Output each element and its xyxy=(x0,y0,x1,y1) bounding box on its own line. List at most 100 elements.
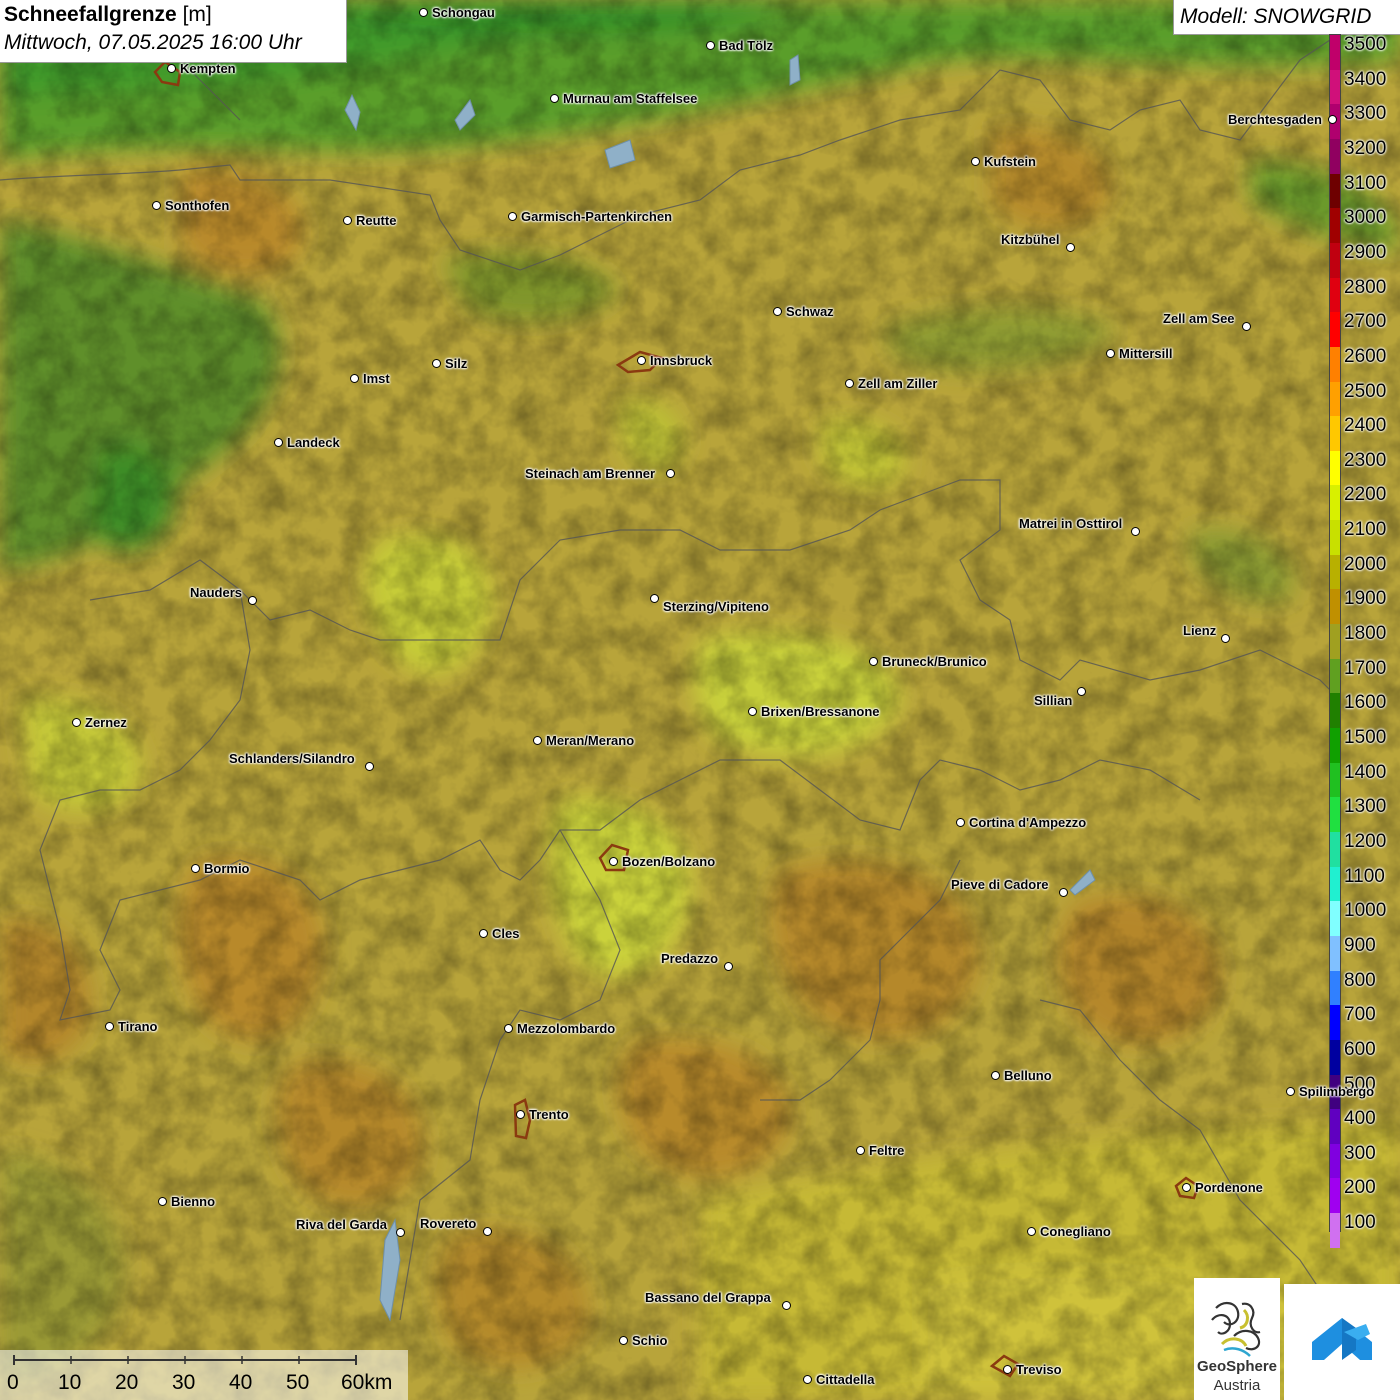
city-marker xyxy=(991,1071,1000,1080)
city-label: Schongau xyxy=(432,5,495,20)
city-label: Trento xyxy=(529,1107,569,1122)
scale-tick-0: 0 xyxy=(7,1371,19,1394)
legend-swatch xyxy=(1330,1109,1340,1145)
legend-label: 1400 xyxy=(1344,761,1387,783)
city-label: Treviso xyxy=(1016,1362,1062,1377)
city-label: Kitzbühel xyxy=(1001,232,1060,247)
city-label: Kufstein xyxy=(984,154,1036,169)
city-label: Pordenone xyxy=(1195,1180,1263,1195)
legend-swatch xyxy=(1330,312,1340,348)
title-main: Schneefallgrenze xyxy=(4,3,177,26)
city-marker xyxy=(365,762,374,771)
city-label: Bassano del Grappa xyxy=(645,1290,771,1305)
city-label: Murnau am Staffelsee xyxy=(563,91,698,106)
legend-swatch xyxy=(1330,901,1340,937)
legend-label: 100 xyxy=(1344,1212,1376,1234)
legend-swatch xyxy=(1330,277,1340,313)
city-marker xyxy=(637,356,646,365)
city-label: Matrei in Osttirol xyxy=(1019,516,1123,531)
city-marker xyxy=(508,212,517,221)
legend-label: 1200 xyxy=(1344,830,1387,852)
legend-colorbar xyxy=(1329,34,1341,1249)
city-label: Nauders xyxy=(190,585,243,600)
legend-label: 2100 xyxy=(1344,519,1387,541)
city-marker xyxy=(191,864,200,873)
legend-label: 600 xyxy=(1344,1038,1376,1060)
city-label: Bad Tölz xyxy=(719,38,774,53)
city-label: Zell am Ziller xyxy=(858,376,938,391)
legend-label: 700 xyxy=(1344,1004,1376,1026)
city-marker xyxy=(483,1227,492,1236)
legend-swatch xyxy=(1330,381,1340,417)
legend-swatch xyxy=(1330,831,1340,868)
city-label: Schlanders/Silandro xyxy=(229,751,355,766)
legend-label: 1000 xyxy=(1344,900,1387,922)
city-label: Sterzing/Vipiteno xyxy=(663,599,769,614)
legend-label: 3200 xyxy=(1344,137,1387,159)
legend-swatch xyxy=(1330,138,1340,175)
legend-label: 1800 xyxy=(1344,623,1387,645)
city-label: Sonthofen xyxy=(165,198,230,213)
city-marker xyxy=(1059,888,1068,897)
legend-label: 1500 xyxy=(1344,727,1387,748)
legend-label: 2200 xyxy=(1344,484,1387,506)
city-label: Zernez xyxy=(85,715,127,730)
legend-swatch xyxy=(1330,970,1340,1006)
city-marker xyxy=(1077,687,1086,696)
city-marker xyxy=(105,1022,114,1031)
app-logo-icon xyxy=(1312,1318,1372,1360)
legend-swatch xyxy=(1330,762,1340,798)
city-label: Belluno xyxy=(1004,1068,1052,1083)
city-label: Lienz xyxy=(1183,623,1217,638)
city-marker xyxy=(1221,634,1230,643)
geosphere-logo-line2: Austria xyxy=(1213,1377,1261,1394)
title-unit: [m] xyxy=(182,3,212,26)
city-marker xyxy=(1131,527,1140,536)
legend-label: 3500 xyxy=(1344,34,1387,55)
city-label: Steinach am Brenner xyxy=(525,466,656,481)
city-marker xyxy=(773,307,782,316)
city-marker xyxy=(1106,349,1115,358)
legend-label: 1300 xyxy=(1344,796,1387,818)
model-label: Modell: SNOWGRID xyxy=(1180,5,1372,28)
legend-swatch xyxy=(1330,1213,1340,1249)
city-marker xyxy=(419,8,428,17)
legend-label: 2300 xyxy=(1344,449,1387,471)
city-marker xyxy=(1182,1183,1191,1192)
city-label: Pieve di Cadore xyxy=(951,877,1049,892)
city-marker xyxy=(1066,243,1075,252)
city-marker xyxy=(803,1375,812,1384)
city-marker xyxy=(971,157,980,166)
geosphere-logo[interactable]: GeoSphere Austria xyxy=(1194,1278,1280,1400)
city-marker xyxy=(1003,1365,1012,1374)
legend-swatch xyxy=(1330,1178,1340,1214)
scale-tick-20: 20 xyxy=(115,1371,139,1394)
legend-swatch xyxy=(1330,416,1340,452)
map-datetime: Mittwoch, 07.05.2025 16:00 Uhr xyxy=(4,31,302,54)
city-marker xyxy=(748,707,757,716)
app-logo[interactable] xyxy=(1284,1284,1400,1400)
city-label: Schio xyxy=(632,1333,668,1348)
city-marker xyxy=(479,929,488,938)
city-marker xyxy=(350,374,359,383)
city-marker xyxy=(845,379,854,388)
city-marker xyxy=(152,201,161,210)
legend-label: 800 xyxy=(1344,969,1376,991)
legend-swatch xyxy=(1330,935,1340,972)
title-box: Schneefallgrenze [m] Mittwoch, 07.05.202… xyxy=(0,0,347,63)
legend-label: 900 xyxy=(1344,934,1376,956)
geosphere-logo-icon xyxy=(1211,1302,1261,1357)
city-label: Tirano xyxy=(118,1019,158,1034)
city-marker xyxy=(650,594,659,603)
legend-label: 2700 xyxy=(1344,311,1387,333)
map-title: Schneefallgrenze [m] xyxy=(4,3,212,27)
city-label: Cittadella xyxy=(816,1372,875,1387)
city-marker xyxy=(550,94,559,103)
legend-swatch xyxy=(1330,485,1340,521)
city-marker xyxy=(158,1197,167,1206)
city-marker xyxy=(533,736,542,745)
legend-label: 1900 xyxy=(1344,588,1387,610)
city-label: Zell am See xyxy=(1163,311,1235,326)
legend-swatch xyxy=(1330,866,1340,902)
scale-tick-10: 10 xyxy=(58,1371,82,1394)
